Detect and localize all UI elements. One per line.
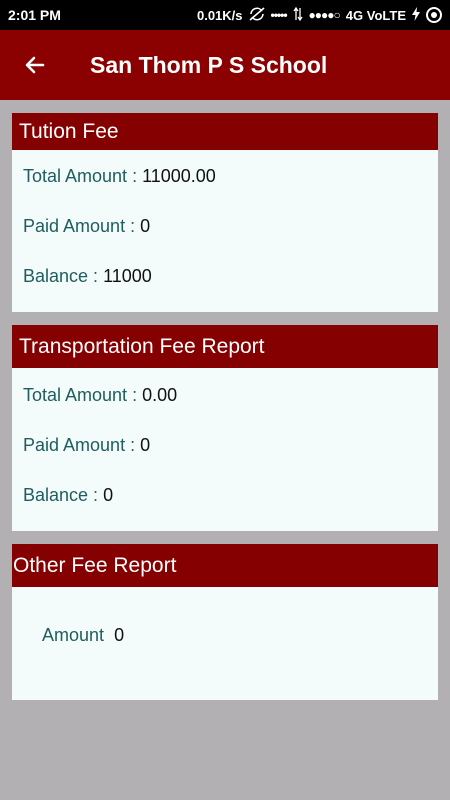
transportation-fee-card: Transportation Fee Report Total Amount :… <box>12 325 438 531</box>
signal-dots: ••••• <box>270 8 288 22</box>
transport-paid-row: Paid Amount : 0 <box>23 435 150 456</box>
transport-balance-row: Balance : 0 <box>23 485 113 506</box>
other-amount-label: Amount <box>42 625 115 645</box>
tution-fee-card: Tution Fee Total Amount : 11000.00 Paid … <box>12 113 438 312</box>
transport-paid-label: Paid Amount : <box>23 435 141 455</box>
transport-total-value: 0.00 <box>142 385 178 405</box>
status-time: 2:01 PM <box>8 7 61 23</box>
status-bar: 2:01 PM 0.01K/s ••••• ●●●●○ 4G VoLTE <box>0 0 450 30</box>
tution-total-label: Total Amount : <box>23 166 143 186</box>
tution-balance-row: Balance : 11000 <box>23 266 152 287</box>
transport-paid-value: 0 <box>140 435 151 455</box>
tution-balance-value: 11000 <box>103 266 152 286</box>
transport-balance-label: Balance : <box>23 485 104 505</box>
transport-balance-value: 0 <box>103 485 114 505</box>
network-type: 4G VoLTE <box>345 7 406 23</box>
transport-total-label: Total Amount : <box>23 385 143 405</box>
other-amount-row: Amount 0 <box>23 604 124 667</box>
transportation-fee-header: Transportation Fee Report <box>12 325 438 368</box>
data-transfer-icon <box>293 6 303 24</box>
transport-total-row: Total Amount : 0.00 <box>23 385 177 406</box>
other-fee-card: Other Fee Report Amount 0 <box>12 544 438 700</box>
back-arrow-icon <box>25 56 45 74</box>
charging-icon <box>412 6 420 24</box>
tution-paid-row: Paid Amount : 0 <box>23 216 150 237</box>
tution-total-value: 11000.00 <box>142 166 216 186</box>
tution-total-row: Total Amount : 11000.00 <box>23 166 216 187</box>
battery-icon <box>426 7 442 23</box>
tution-balance-label: Balance : <box>23 266 104 286</box>
other-amount-value: 0 <box>114 625 125 645</box>
tution-paid-value: 0 <box>140 216 151 236</box>
status-indicators: 0.01K/s ••••• ●●●●○ 4G VoLTE <box>196 6 442 24</box>
tution-paid-label: Paid Amount : <box>23 216 141 236</box>
back-button[interactable] <box>0 30 70 100</box>
network-speed: 0.01K/s <box>196 7 243 23</box>
other-fee-header: Other Fee Report <box>12 544 438 587</box>
sync-off-icon <box>249 6 265 24</box>
page-title: San Thom P S School <box>90 51 328 78</box>
app-bar: San Thom P S School <box>0 30 450 100</box>
tution-fee-header: Tution Fee <box>12 113 438 150</box>
network-signal-dots: ●●●●○ <box>308 8 341 22</box>
